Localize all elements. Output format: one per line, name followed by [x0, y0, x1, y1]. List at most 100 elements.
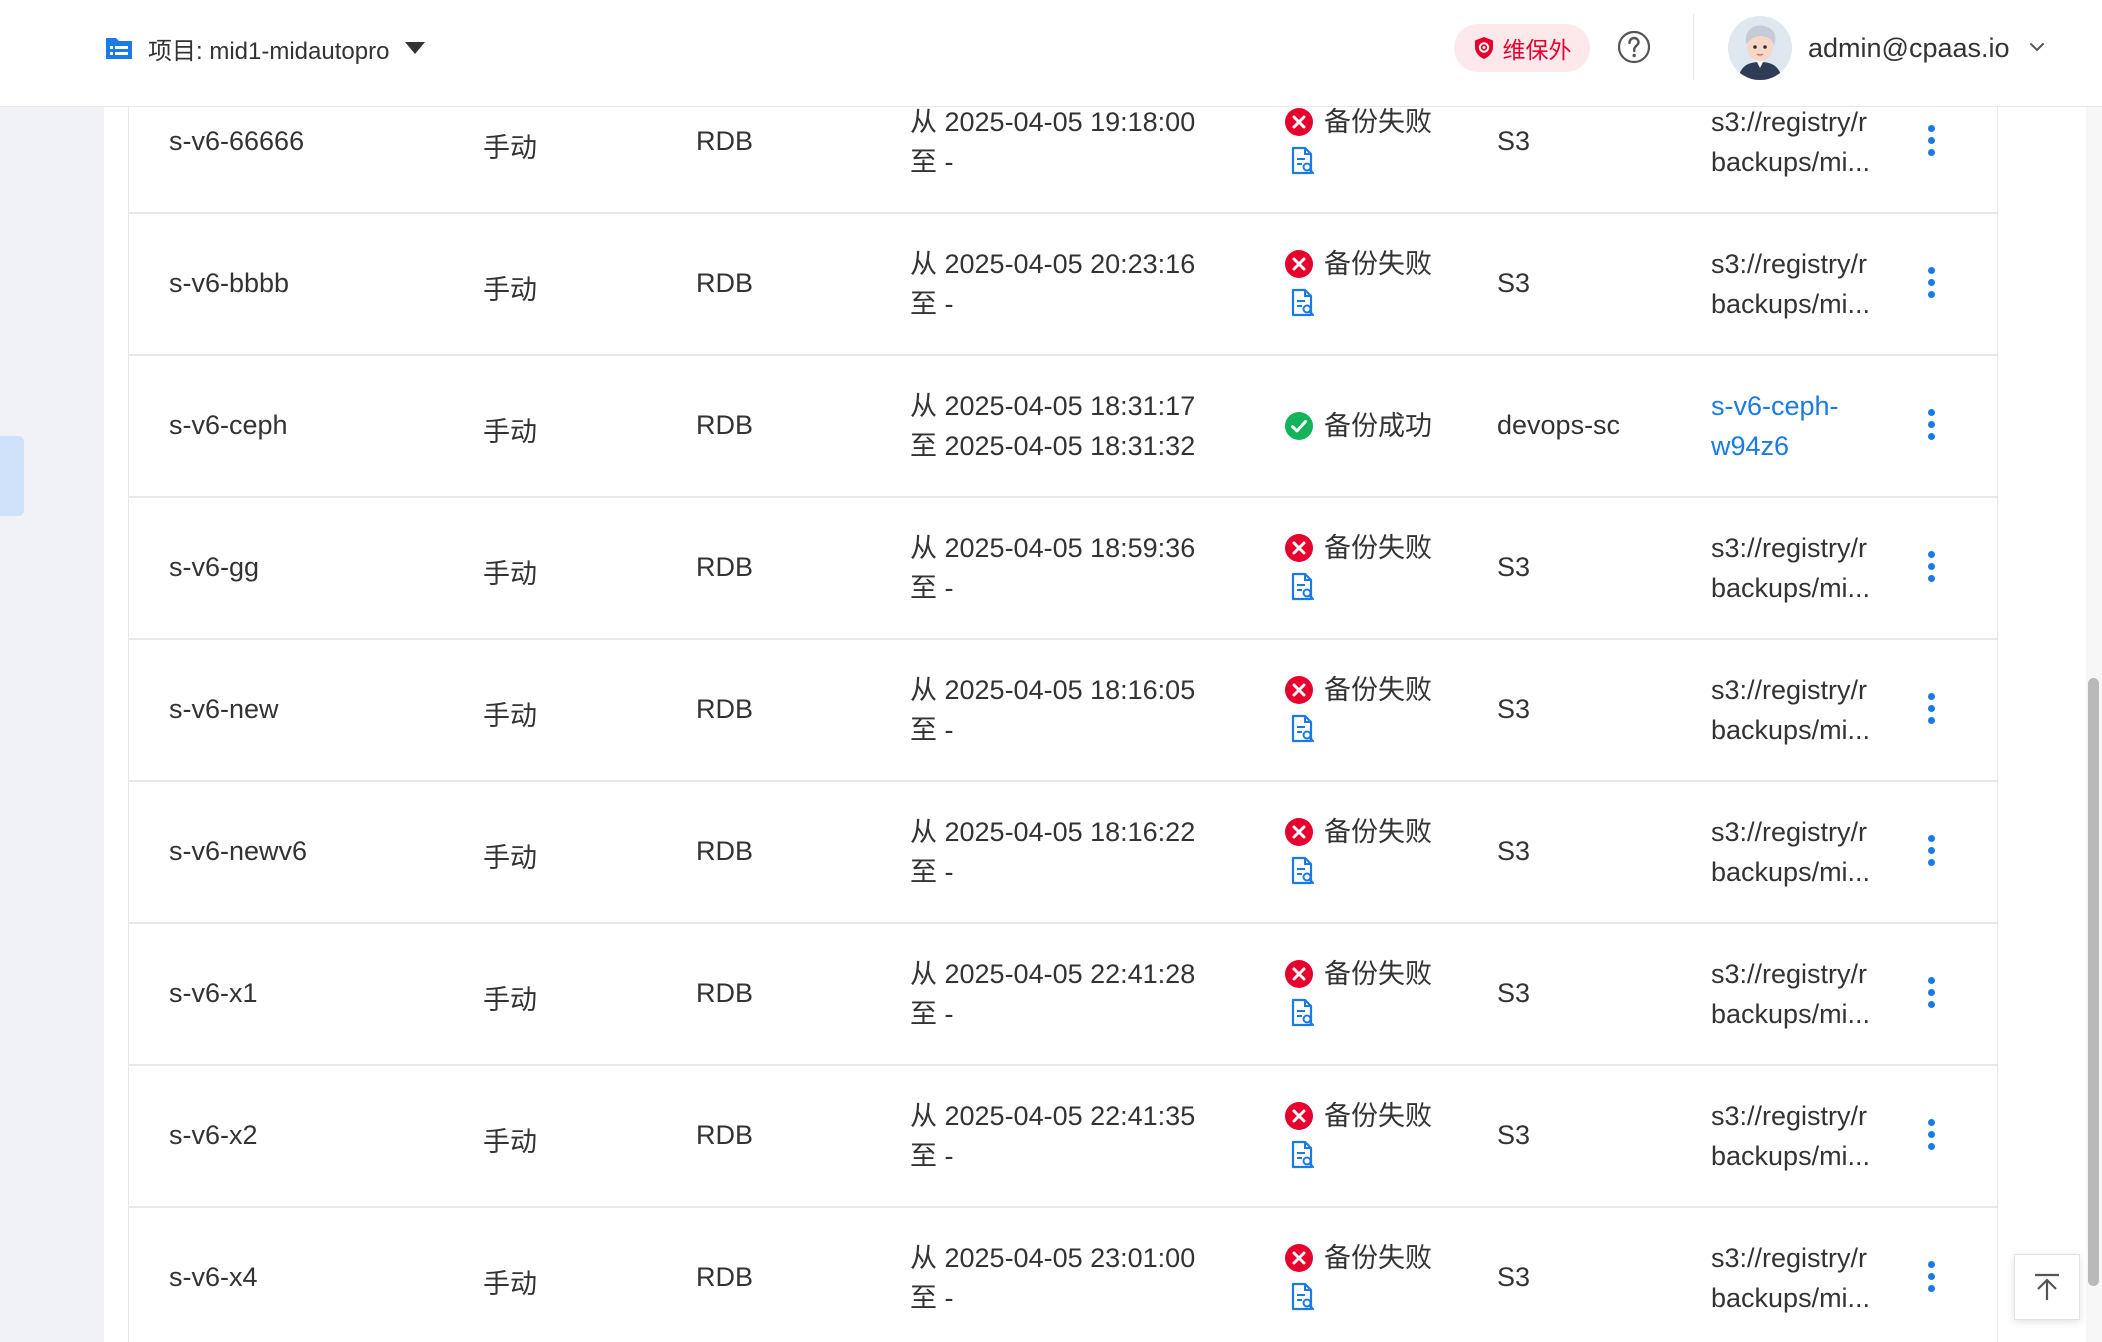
- table-row[interactable]: s-v6-bbbb 手动 RDB 从 2025-04-05 20:23:16 至 - 备份…: [129, 214, 1997, 356]
- time-from: 从 2025-04-05 18:59:36: [910, 533, 1196, 563]
- more-icon[interactable]: [1927, 835, 1937, 871]
- shield-icon: [1474, 37, 1493, 59]
- table-row[interactable]: s-v6-ceph 手动 RDB 从 2025-04-05 18:31:17 至 202…: [129, 356, 1997, 498]
- more-icon[interactable]: [1927, 1119, 1937, 1155]
- more-icon[interactable]: [1927, 267, 1937, 303]
- backup-name: s-v6-ceph: [169, 410, 288, 440]
- path-line: backups/mi...: [1711, 857, 1871, 887]
- path-line: s3://registry/r: [1711, 1101, 1868, 1131]
- time-from: 从 2025-04-05 18:16:05: [910, 675, 1196, 705]
- sidebar-active-indicator[interactable]: [0, 436, 24, 516]
- backup-mode: 手动: [483, 417, 537, 447]
- time-to: 至 -: [910, 289, 954, 319]
- log-file-icon[interactable]: [1290, 856, 1316, 886]
- time-from: 从 2025-04-05 23:01:00: [910, 1243, 1196, 1273]
- error-icon: [1285, 676, 1313, 704]
- storage-location: devops-sc: [1497, 410, 1621, 440]
- backup-time-range: 从 2025-04-05 18:31:17 至 2025-04-05 18:31:…: [910, 386, 1195, 466]
- log-file-icon[interactable]: [1290, 1140, 1316, 1170]
- backup-status: 备份失败: [1284, 244, 1432, 318]
- backup-mode: 手动: [483, 843, 537, 873]
- backup-status: 备份失败: [1284, 954, 1432, 1028]
- backup-table: s-v6-66666 手动 RDB 从 2025-04-05 19:18:00 至 - 备…: [128, 107, 1998, 1342]
- table-row[interactable]: s-v6-gg 手动 RDB 从 2025-04-05 18:59:36 至 - 备份失败…: [129, 498, 1997, 640]
- backup-type: RDB: [696, 1120, 754, 1150]
- table-row[interactable]: s-v6-66666 手动 RDB 从 2025-04-05 19:18:00 至 - 备…: [129, 107, 1997, 214]
- backup-type: RDB: [696, 126, 754, 156]
- path-line: s3://registry/r: [1711, 533, 1868, 563]
- scrollbar-thumb[interactable]: [2088, 678, 2099, 1286]
- backup-time-range: 从 2025-04-05 18:16:05 至 -: [910, 670, 1195, 750]
- more-icon[interactable]: [1927, 409, 1937, 445]
- error-icon: [1285, 1244, 1313, 1272]
- backup-name: s-v6-bbbb: [169, 268, 290, 298]
- backup-time-range: 从 2025-04-05 18:59:36 至 -: [910, 528, 1195, 608]
- backup-name: s-v6-newv6: [169, 836, 308, 866]
- help-icon[interactable]: [1617, 30, 1651, 64]
- backup-name: s-v6-x1: [169, 978, 258, 1008]
- storage-location: S3: [1497, 268, 1531, 298]
- log-file-icon[interactable]: [1290, 998, 1316, 1028]
- log-file-icon[interactable]: [1290, 572, 1316, 602]
- more-icon[interactable]: [1927, 125, 1937, 161]
- more-icon[interactable]: [1927, 1261, 1937, 1297]
- table-row[interactable]: s-v6-x4 手动 RDB 从 2025-04-05 23:01:00 至 - 备份失败…: [129, 1208, 1997, 1342]
- backup-status: 备份成功: [1284, 406, 1432, 446]
- storage-location: S3: [1497, 126, 1531, 156]
- more-icon[interactable]: [1927, 693, 1937, 729]
- status-label: 备份失败: [1324, 959, 1432, 989]
- backup-path[interactable]: s-v6-ceph-w94z6: [1711, 386, 1889, 466]
- backup-path: s3://registry/r backups/mi...: [1711, 670, 1889, 750]
- status-label: 备份失败: [1324, 1101, 1432, 1131]
- time-from: 从 2025-04-05 20:23:16: [910, 249, 1196, 279]
- header-divider: [1693, 14, 1694, 80]
- backup-path: s3://registry/r backups/mi...: [1711, 954, 1889, 1034]
- backup-type: RDB: [696, 410, 754, 440]
- back-to-top-button[interactable]: [2014, 1254, 2080, 1320]
- log-file-icon[interactable]: [1290, 1282, 1316, 1312]
- table-row[interactable]: s-v6-new 手动 RDB 从 2025-04-05 18:16:05 至 - 备份失…: [129, 640, 1997, 782]
- path-line: backups/mi...: [1711, 999, 1871, 1029]
- path-line: s3://registry/r: [1711, 1243, 1868, 1273]
- table-row[interactable]: s-v6-newv6 手动 RDB 从 2025-04-05 18:16:22 至 - 备…: [129, 782, 1997, 924]
- avatar[interactable]: [1728, 16, 1792, 80]
- path-line: s3://registry/r: [1711, 249, 1868, 279]
- backup-path: s3://registry/r backups/mi...: [1711, 528, 1889, 608]
- table-row[interactable]: s-v6-x1 手动 RDB 从 2025-04-05 22:41:28 至 - 备份失败…: [129, 924, 1997, 1066]
- more-icon[interactable]: [1927, 551, 1937, 587]
- backup-name: s-v6-66666: [169, 126, 305, 156]
- caret-down-icon: [405, 42, 426, 54]
- path-line: backups/mi...: [1711, 715, 1871, 745]
- backup-type: RDB: [696, 978, 754, 1008]
- backup-name: s-v6-gg: [169, 552, 260, 582]
- project-name: 项目: mid1-midautopro: [148, 37, 390, 65]
- log-file-icon[interactable]: [1290, 146, 1316, 176]
- back-to-top-icon: [2035, 1273, 2059, 1300]
- backup-type: RDB: [696, 268, 754, 298]
- status-label: 备份失败: [1324, 675, 1432, 705]
- time-from: 从 2025-04-05 19:18:00: [910, 107, 1196, 137]
- backup-time-range: 从 2025-04-05 23:01:00 至 -: [910, 1238, 1195, 1318]
- status-label: 备份失败: [1324, 1243, 1432, 1273]
- log-file-icon[interactable]: [1290, 288, 1316, 318]
- more-icon[interactable]: [1927, 977, 1937, 1013]
- time-from: 从 2025-04-05 22:41:28: [910, 959, 1196, 989]
- status-label: 备份失败: [1324, 533, 1432, 563]
- table-row[interactable]: s-v6-x2 手动 RDB 从 2025-04-05 22:41:35 至 - 备份失败…: [129, 1066, 1997, 1208]
- time-to: 至 -: [910, 715, 954, 745]
- storage-location: S3: [1497, 1120, 1531, 1150]
- path-line: s3://registry/r: [1711, 817, 1868, 847]
- backup-status: 备份失败: [1284, 1096, 1432, 1170]
- status-label: 备份失败: [1324, 817, 1432, 847]
- status-label: 备份失败: [1324, 107, 1432, 137]
- user-email[interactable]: admin@cpaas.io: [1808, 30, 2010, 66]
- chevron-down-icon[interactable]: [2028, 38, 2046, 56]
- path-line: s-v6-ceph-: [1711, 391, 1839, 421]
- error-icon: [1285, 1102, 1313, 1130]
- backup-type: RDB: [696, 552, 754, 582]
- time-from: 从 2025-04-05 22:41:35: [910, 1101, 1196, 1131]
- log-file-icon[interactable]: [1290, 714, 1316, 744]
- error-icon: [1285, 108, 1313, 136]
- time-from: 从 2025-04-05 18:31:17: [910, 391, 1196, 421]
- project-selector[interactable]: 项目: mid1-midautopro: [104, 30, 426, 66]
